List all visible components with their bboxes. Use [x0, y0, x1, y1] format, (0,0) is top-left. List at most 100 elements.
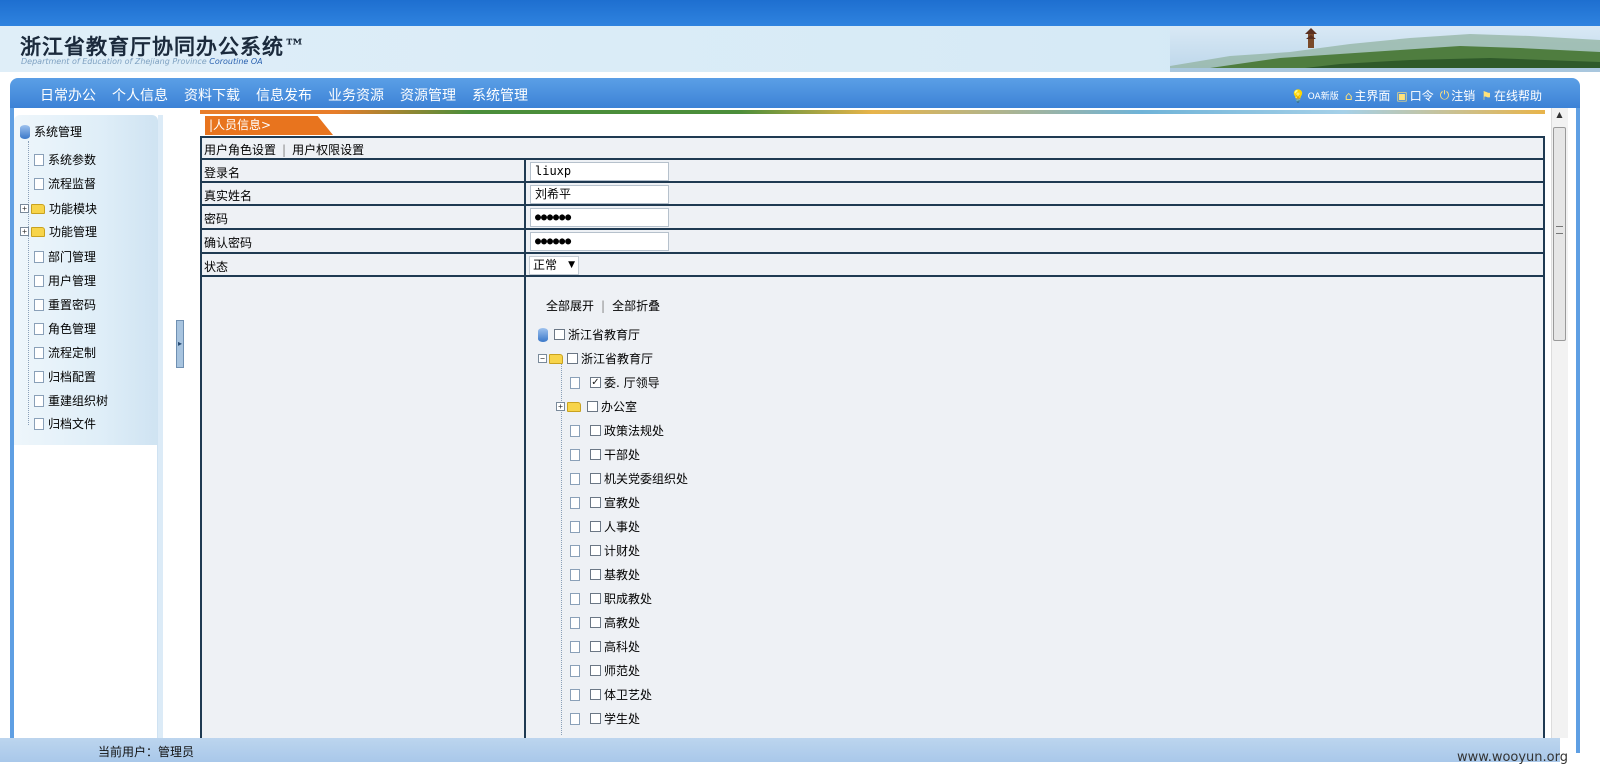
document-icon: [34, 298, 44, 311]
logout-link[interactable]: ⏻ 注销: [1440, 87, 1476, 104]
org-tree-node: 基教处: [570, 566, 640, 583]
nav-daily-office[interactable]: 日常办公: [40, 85, 96, 105]
password-link[interactable]: ▣ 口令: [1396, 87, 1433, 104]
sidebar-item-process-monitor[interactable]: 流程监督: [34, 175, 96, 192]
checkbox[interactable]: [590, 449, 601, 460]
sidebar-item-archive-config[interactable]: 归档配置: [34, 368, 96, 385]
main-menu: 日常办公 个人信息 资料下载 信息发布 业务资源 资源管理 系统管理: [40, 85, 544, 105]
collapse-icon[interactable]: −: [538, 354, 547, 363]
login-input[interactable]: liuxp: [530, 162, 669, 181]
sidebar-root[interactable]: 系统管理: [20, 123, 82, 140]
sidebar-item-system-params[interactable]: 系统参数: [34, 151, 96, 168]
org-node-label: 基教处: [604, 568, 641, 582]
sidebar-item-role-management[interactable]: 角色管理: [34, 320, 96, 337]
tab-personnel-info[interactable]: |人员信息>: [205, 116, 333, 135]
org-tree-node: 高教处: [570, 614, 640, 631]
nav-system-management[interactable]: 系统管理: [472, 85, 528, 105]
watermark: www.wooyun.org: [1456, 750, 1568, 765]
org-node-label: 职成教处: [604, 592, 653, 606]
org-tree-node: 职成教处: [570, 590, 652, 607]
sidebar-item-archive-files[interactable]: 归档文件: [34, 415, 96, 432]
checkbox[interactable]: [587, 401, 598, 412]
org-node-label: 师范处: [604, 664, 641, 678]
collapse-all-link[interactable]: 全部折叠: [612, 297, 660, 314]
nav-personal-info[interactable]: 个人信息: [112, 85, 168, 105]
power-icon: ⏻: [1439, 88, 1450, 102]
sidebar-item-function-modules[interactable]: + 功能模块: [20, 200, 97, 217]
scroll-up-arrow-icon[interactable]: ▲: [1553, 110, 1566, 122]
document-icon: [34, 394, 44, 407]
document-icon: [570, 664, 580, 677]
sidebar-item-user-management[interactable]: 用户管理: [34, 272, 96, 289]
checkbox-checked[interactable]: ✓: [590, 377, 601, 388]
column-divider: [524, 160, 526, 181]
nav-publish[interactable]: 信息发布: [256, 85, 312, 105]
checkbox[interactable]: [590, 617, 601, 628]
expand-icon[interactable]: +: [20, 227, 29, 236]
org-tree-node: 人事处: [570, 518, 640, 535]
org-node-label: 高教处: [604, 616, 641, 630]
checkbox[interactable]: [590, 545, 601, 556]
main-nav-bar: 日常办公 个人信息 资料下载 信息发布 业务资源 资源管理 系统管理 💡 OA新版…: [10, 78, 1580, 108]
login-row: 登录名 liuxp: [202, 160, 1543, 183]
confirm-password-row: 确认密码 ●●●●●●: [202, 230, 1543, 254]
checkbox[interactable]: [567, 353, 578, 364]
confirm-password-input[interactable]: ●●●●●●: [530, 232, 669, 251]
expand-all-link[interactable]: 全部展开: [546, 297, 594, 314]
org-node-label: 办公室: [601, 400, 638, 414]
checkbox[interactable]: [590, 425, 601, 436]
checkbox[interactable]: [590, 569, 601, 580]
column-divider: [524, 183, 526, 204]
expand-icon[interactable]: +: [556, 402, 565, 411]
nav-resource-management[interactable]: 资源管理: [400, 85, 456, 105]
org-node-label: 高科处: [604, 640, 641, 654]
status-select[interactable]: 正常 ▼: [529, 256, 579, 275]
tab-user-roles[interactable]: 用户角色设置: [204, 143, 276, 157]
checkbox[interactable]: [590, 713, 601, 724]
subtab-separator: |: [282, 143, 287, 157]
document-icon: [34, 370, 44, 383]
checkbox[interactable]: [590, 521, 601, 532]
sidebar-item-reset-password[interactable]: 重置密码: [34, 296, 96, 313]
document-icon: [570, 424, 580, 437]
tab-user-permissions[interactable]: 用户权限设置: [292, 143, 364, 157]
controls-separator: |: [601, 298, 606, 313]
sidebar-item-rebuild-org-tree[interactable]: 重建组织树: [34, 392, 108, 409]
org-root-label: 浙江省教育厅: [568, 328, 641, 342]
status-row: 状态 正常 ▼: [202, 254, 1543, 277]
home-link[interactable]: ⌂ 主界面: [1345, 87, 1391, 104]
online-help-link[interactable]: ⚑ 在线帮助: [1481, 87, 1542, 104]
sidebar-item-label: 归档配置: [48, 370, 97, 384]
oa-new-version-link[interactable]: 💡 OA新版: [1291, 89, 1339, 103]
checkbox[interactable]: [590, 665, 601, 676]
checkbox[interactable]: [554, 329, 565, 340]
checkbox[interactable]: [590, 497, 601, 508]
org-node-label: 政策法规处: [604, 424, 665, 438]
sidebar-item-label: 功能管理: [49, 225, 98, 239]
checkbox[interactable]: [590, 689, 601, 700]
org-node-label: 学生处: [604, 712, 641, 726]
sidebar-item-process-customize[interactable]: 流程定制: [34, 344, 96, 361]
document-icon: [570, 544, 580, 557]
subtabs: 用户角色设置 | 用户权限设置: [204, 141, 364, 158]
checkbox[interactable]: [590, 593, 601, 604]
key-icon: ▣: [1396, 88, 1408, 103]
scrollbar-thumb[interactable]: [1553, 127, 1566, 341]
collapse-sidebar-handle[interactable]: ▸: [176, 320, 184, 368]
checkbox[interactable]: [590, 473, 601, 484]
document-icon: [570, 472, 580, 485]
checkbox[interactable]: [590, 641, 601, 652]
expand-icon[interactable]: +: [20, 204, 29, 213]
document-icon: [570, 592, 580, 605]
nav-business-resources[interactable]: 业务资源: [328, 85, 384, 105]
oa-new-label: OA新版: [1307, 92, 1339, 102]
sidebar-item-label: 部门管理: [48, 250, 97, 264]
password-input[interactable]: ●●●●●●: [530, 208, 669, 227]
realname-input[interactable]: 刘希平: [530, 185, 669, 204]
nav-downloads[interactable]: 资料下载: [184, 85, 240, 105]
sidebar-item-label: 重置密码: [48, 298, 97, 312]
tree-guide-line: [28, 141, 29, 425]
document-icon: [570, 496, 580, 509]
sidebar-item-function-management[interactable]: + 功能管理: [20, 223, 97, 240]
sidebar-item-department-management[interactable]: 部门管理: [34, 248, 96, 265]
